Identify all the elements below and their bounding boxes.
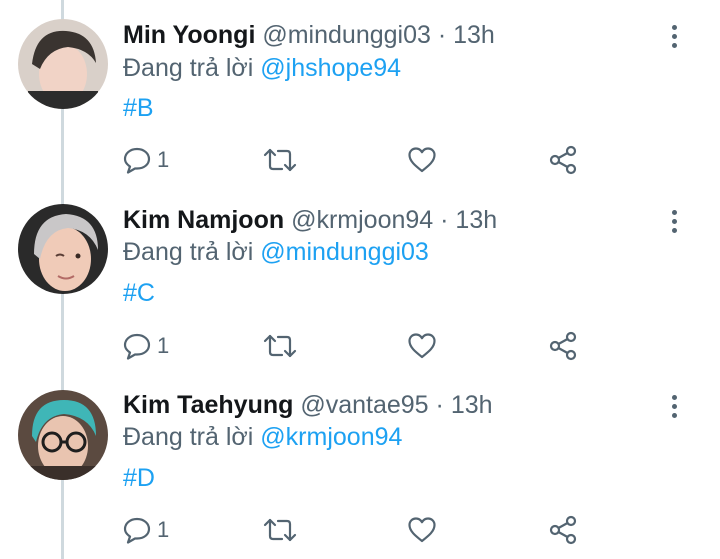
reply-mention-link[interactable]: @krmjoon94: [260, 423, 402, 451]
hashtag-link[interactable]: #B: [123, 93, 154, 123]
share-icon: [549, 145, 577, 175]
heart-icon: [408, 147, 436, 173]
reply-context: Đang trả lời @jhshope94: [123, 53, 401, 83]
timestamp[interactable]: 13h: [455, 206, 497, 234]
tweet-mindunggi03[interactable]: Min Yoongi @mindunggi03 · 13h Đang trả l…: [0, 0, 720, 186]
share-button[interactable]: [549, 515, 579, 545]
user-handle[interactable]: @mindunggi03: [262, 21, 431, 49]
reply-prefix: Đang trả lời: [123, 423, 254, 451]
tweet-krmjoon94[interactable]: Kim Namjoon @krmjoon94 · 13h Đang trả lờ…: [0, 186, 720, 372]
avatar[interactable]: [18, 204, 108, 294]
reply-count: 1: [157, 147, 170, 172]
comment-icon: [123, 333, 151, 360]
reply-button[interactable]: 1: [123, 145, 169, 175]
reply-count: 1: [157, 517, 170, 542]
reply-button[interactable]: 1: [123, 331, 169, 361]
heart-icon: [408, 517, 436, 543]
like-button[interactable]: [407, 331, 437, 361]
user-handle[interactable]: @krmjoon94: [291, 206, 433, 234]
timestamp[interactable]: 13h: [451, 391, 493, 419]
tweet-header: Kim Taehyung @vantae95 · 13h: [123, 390, 493, 420]
retweet-icon: [263, 148, 297, 172]
user-handle[interactable]: @vantae95: [300, 391, 428, 419]
retweet-button[interactable]: [263, 331, 297, 361]
hashtag-link[interactable]: #D: [123, 463, 155, 493]
more-vertical-icon[interactable]: [662, 391, 686, 421]
avatar[interactable]: [18, 19, 108, 109]
separator-dot: ·: [440, 206, 449, 234]
share-icon: [549, 331, 577, 361]
separator-dot: ·: [435, 391, 444, 419]
share-button[interactable]: [549, 145, 579, 175]
reply-mention-link[interactable]: @jhshope94: [260, 54, 401, 82]
hashtag-link[interactable]: #C: [123, 278, 155, 308]
reply-mention-link[interactable]: @mindunggi03: [260, 238, 429, 266]
retweet-icon: [263, 518, 297, 542]
avatar[interactable]: [18, 390, 108, 480]
timestamp[interactable]: 13h: [453, 21, 495, 49]
comment-icon: [123, 147, 151, 174]
like-button[interactable]: [407, 515, 437, 545]
display-name[interactable]: Kim Namjoon: [123, 206, 284, 234]
reply-context: Đang trả lời @krmjoon94: [123, 422, 402, 452]
retweet-button[interactable]: [263, 145, 297, 175]
retweet-icon: [263, 334, 297, 358]
more-vertical-icon[interactable]: [662, 206, 686, 236]
reply-button[interactable]: 1: [123, 515, 169, 545]
reply-prefix: Đang trả lời: [123, 54, 254, 82]
tweet-vantae95[interactable]: Kim Taehyung @vantae95 · 13h Đang trả lờ…: [0, 371, 720, 557]
share-button[interactable]: [549, 331, 579, 361]
heart-icon: [408, 333, 436, 359]
like-button[interactable]: [407, 145, 437, 175]
display-name[interactable]: Kim Taehyung: [123, 391, 293, 419]
reply-count: 1: [157, 333, 170, 358]
comment-icon: [123, 517, 151, 544]
reply-prefix: Đang trả lời: [123, 238, 254, 266]
tweet-header: Min Yoongi @mindunggi03 · 13h: [123, 20, 495, 50]
tweet-header: Kim Namjoon @krmjoon94 · 13h: [123, 205, 497, 235]
share-icon: [549, 515, 577, 545]
display-name[interactable]: Min Yoongi: [123, 21, 255, 49]
more-vertical-icon[interactable]: [662, 21, 686, 51]
separator-dot: ·: [437, 21, 447, 49]
reply-context: Đang trả lời @mindunggi03: [123, 237, 429, 267]
retweet-button[interactable]: [263, 515, 297, 545]
